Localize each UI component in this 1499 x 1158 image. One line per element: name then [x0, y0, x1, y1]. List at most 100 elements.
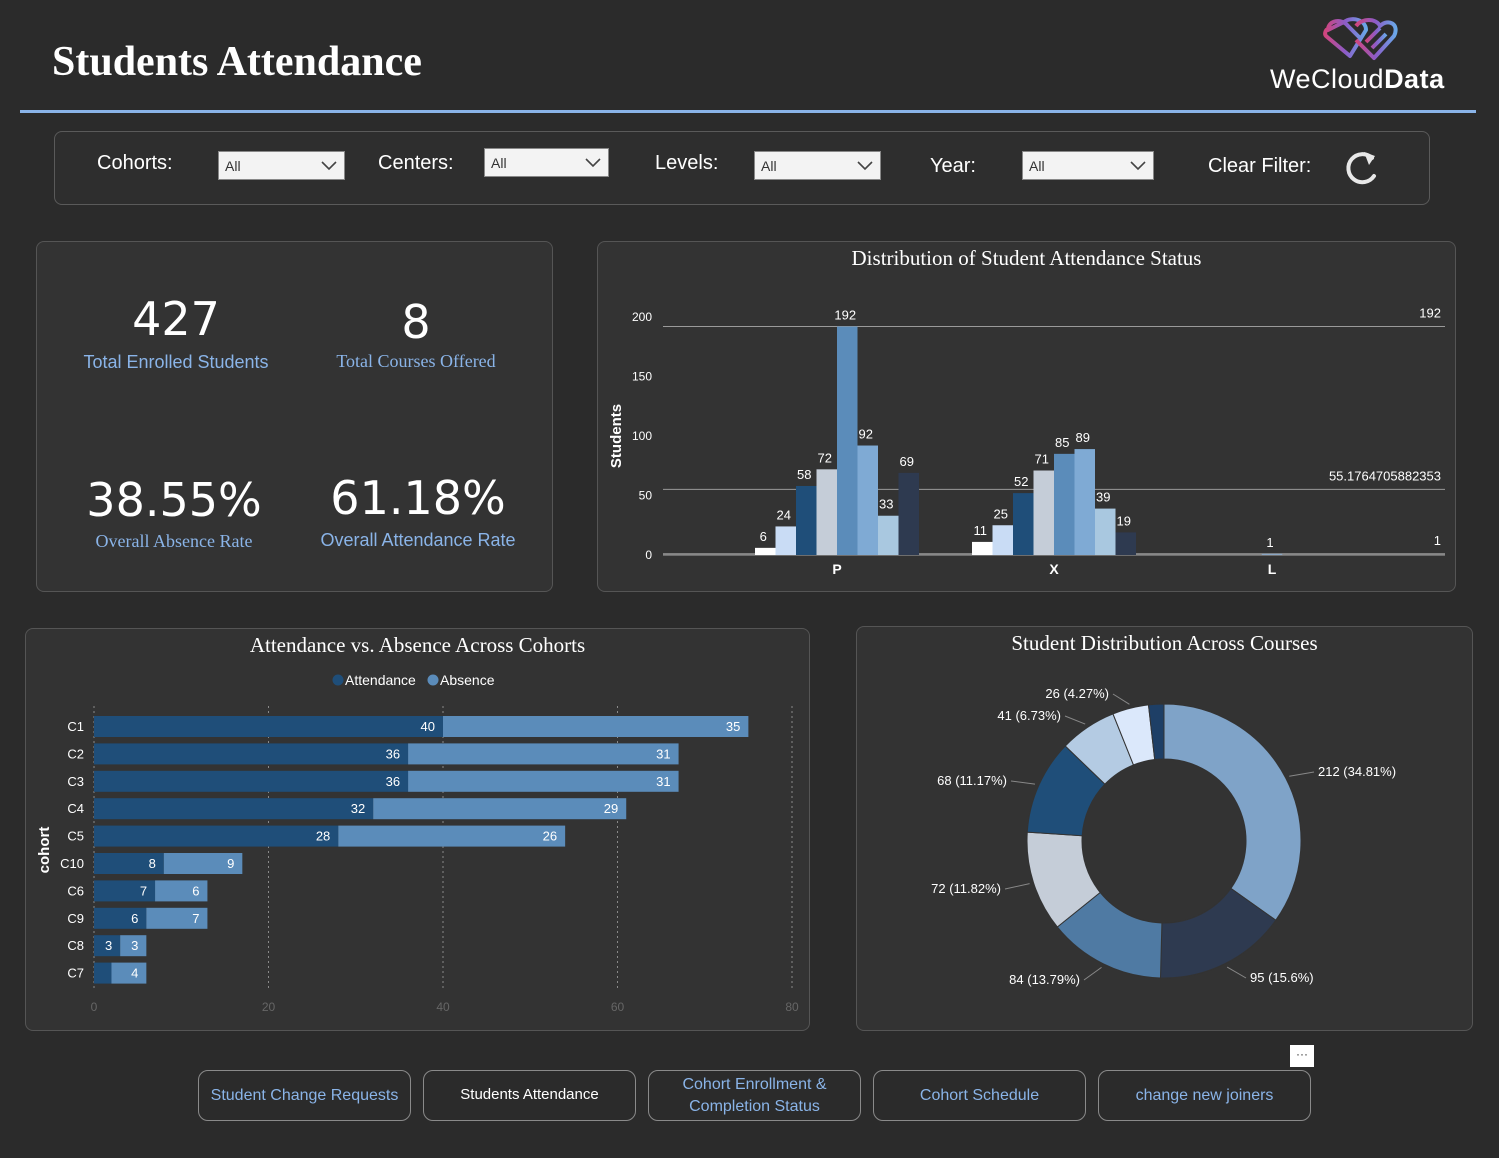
bar-data-label: 19 — [1117, 513, 1131, 528]
reference-line-label: 1 — [1434, 533, 1441, 548]
enrolled-label: Total Enrolled Students — [83, 352, 269, 372]
bar-data-label: 52 — [1014, 474, 1028, 489]
absence-value: 38.55% — [86, 473, 262, 527]
y-tick-label: C4 — [67, 801, 84, 816]
bar-data-label: 6 — [760, 529, 767, 544]
centers-select[interactable]: All — [484, 148, 609, 177]
attendance-data-label: 36 — [386, 774, 400, 789]
x-tick-label: 80 — [785, 1000, 799, 1014]
courses-label: Total Courses Offered — [336, 351, 496, 371]
bar-data-label: 69 — [900, 454, 914, 469]
levels-label: Levels: — [655, 152, 719, 174]
donut-data-label: 72 (11.82%) — [931, 881, 1001, 896]
bar-P-7 — [898, 472, 919, 555]
y-tick-label: C10 — [60, 856, 84, 871]
y-tick-label: 50 — [639, 489, 653, 503]
x-tick-label: 0 — [91, 1000, 98, 1014]
reference-line-label: 192 — [1419, 306, 1441, 321]
bar-P-4 — [837, 326, 858, 555]
nav-change-new-joiners-label: change new joiners — [1135, 1086, 1274, 1104]
attendance-bar — [94, 907, 147, 929]
absence-bar — [338, 825, 566, 847]
year-label: Year: — [930, 155, 976, 177]
reference-line-label: 55.1764705882353 — [1329, 468, 1441, 483]
chevron-down-icon — [321, 161, 337, 171]
bar-data-label: 71 — [1035, 452, 1049, 467]
donut-leader-line — [1083, 966, 1102, 981]
bar-X-0 — [972, 541, 993, 555]
attendance-data-label: 28 — [316, 829, 330, 844]
y-tick-label: C9 — [67, 911, 84, 926]
status-bar-chart: 050100150200Students19255.17647058823531… — [608, 306, 1445, 577]
levels-select[interactable]: All — [754, 151, 881, 180]
x-tick-label: L — [1268, 561, 1277, 577]
nav-cohort-schedule[interactable]: Cohort Schedule — [873, 1070, 1086, 1121]
absence-bar — [373, 798, 627, 820]
y-tick-label: 0 — [645, 548, 652, 562]
y-axis-title: cohort — [36, 827, 53, 874]
chevron-down-icon — [857, 161, 873, 171]
bar-data-label: 25 — [994, 506, 1008, 521]
donut-leader-line — [1112, 693, 1130, 705]
bar-data-label: 33 — [879, 497, 893, 512]
y-tick-label: C3 — [67, 774, 84, 789]
attendance-bar — [94, 770, 409, 792]
y-tick-label: C1 — [67, 719, 84, 734]
y-tick-label: C8 — [67, 938, 84, 953]
year-select[interactable]: All — [1022, 151, 1154, 180]
logo-text-light: WeCloud — [1270, 64, 1385, 94]
nav-change-new-joiners[interactable]: change new joiners — [1098, 1070, 1311, 1121]
x-tick-label: 40 — [436, 1000, 450, 1014]
x-tick-label: 20 — [262, 1000, 276, 1014]
bar-P-6 — [878, 515, 899, 555]
attendance-data-label: 40 — [421, 719, 435, 734]
absence-label: Overall Absence Rate — [95, 531, 253, 551]
bar-data-label: 58 — [797, 467, 811, 482]
nav-student-change-requests[interactable]: Student Change Requests — [198, 1070, 411, 1121]
donut-slice-0 — [1163, 703, 1302, 921]
absence-data-label: 9 — [227, 856, 234, 871]
legend-marker-absence — [427, 674, 439, 686]
attendance-bar — [94, 962, 112, 984]
more-options-button[interactable]: ··· — [1290, 1045, 1314, 1067]
nav-cohort-enrollment[interactable]: Cohort Enrollment & Completion Status — [648, 1070, 861, 1121]
donut-leader-line — [1226, 966, 1247, 979]
attendance-data-label: 6 — [131, 911, 138, 926]
logo-text-bold: Data — [1384, 64, 1445, 94]
donut-data-label: 95 (15.6%) — [1250, 970, 1314, 985]
bar-X-1 — [992, 525, 1013, 555]
levels-select-value: All — [761, 158, 777, 174]
nav-students-attendance[interactable]: Students Attendance — [423, 1070, 636, 1121]
bar-P-3 — [816, 469, 837, 555]
wecloud-logo-icon — [1323, 17, 1398, 60]
centers-label: Centers: — [378, 152, 454, 174]
bar-X-4 — [1054, 453, 1075, 555]
absence-data-label: 6 — [192, 883, 199, 898]
donut-data-label: 41 (6.73%) — [997, 708, 1061, 723]
bar-data-label: 11 — [974, 523, 988, 538]
attendance-bar — [94, 798, 374, 820]
attendance-data-label: 36 — [386, 746, 400, 761]
y-tick-label: 200 — [632, 310, 652, 324]
y-tick-label: C5 — [67, 829, 84, 844]
bar-X-7 — [1115, 532, 1136, 555]
absence-data-label: 35 — [726, 719, 740, 734]
y-tick-label: C7 — [67, 966, 84, 981]
bar-data-label: 89 — [1076, 430, 1090, 445]
absence-data-label: 31 — [656, 746, 670, 761]
bar-data-label: 1 — [1266, 535, 1273, 550]
absence-data-label: 31 — [656, 774, 670, 789]
cohorts-select[interactable]: All — [218, 151, 345, 180]
enrolled-value: 427 — [132, 292, 220, 346]
bar-X-3 — [1033, 470, 1054, 555]
year-select-value: All — [1029, 158, 1045, 174]
bar-data-label: 92 — [859, 427, 873, 442]
chevron-down-icon — [585, 158, 601, 168]
attendance-data-label: 3 — [105, 938, 112, 953]
y-axis-title: Students — [608, 404, 625, 468]
bar-P-2 — [796, 485, 817, 555]
courses-value: 8 — [401, 295, 431, 349]
refresh-icon[interactable] — [1342, 148, 1382, 188]
donut-leader-line — [1010, 780, 1036, 785]
absence-bar — [443, 716, 749, 737]
